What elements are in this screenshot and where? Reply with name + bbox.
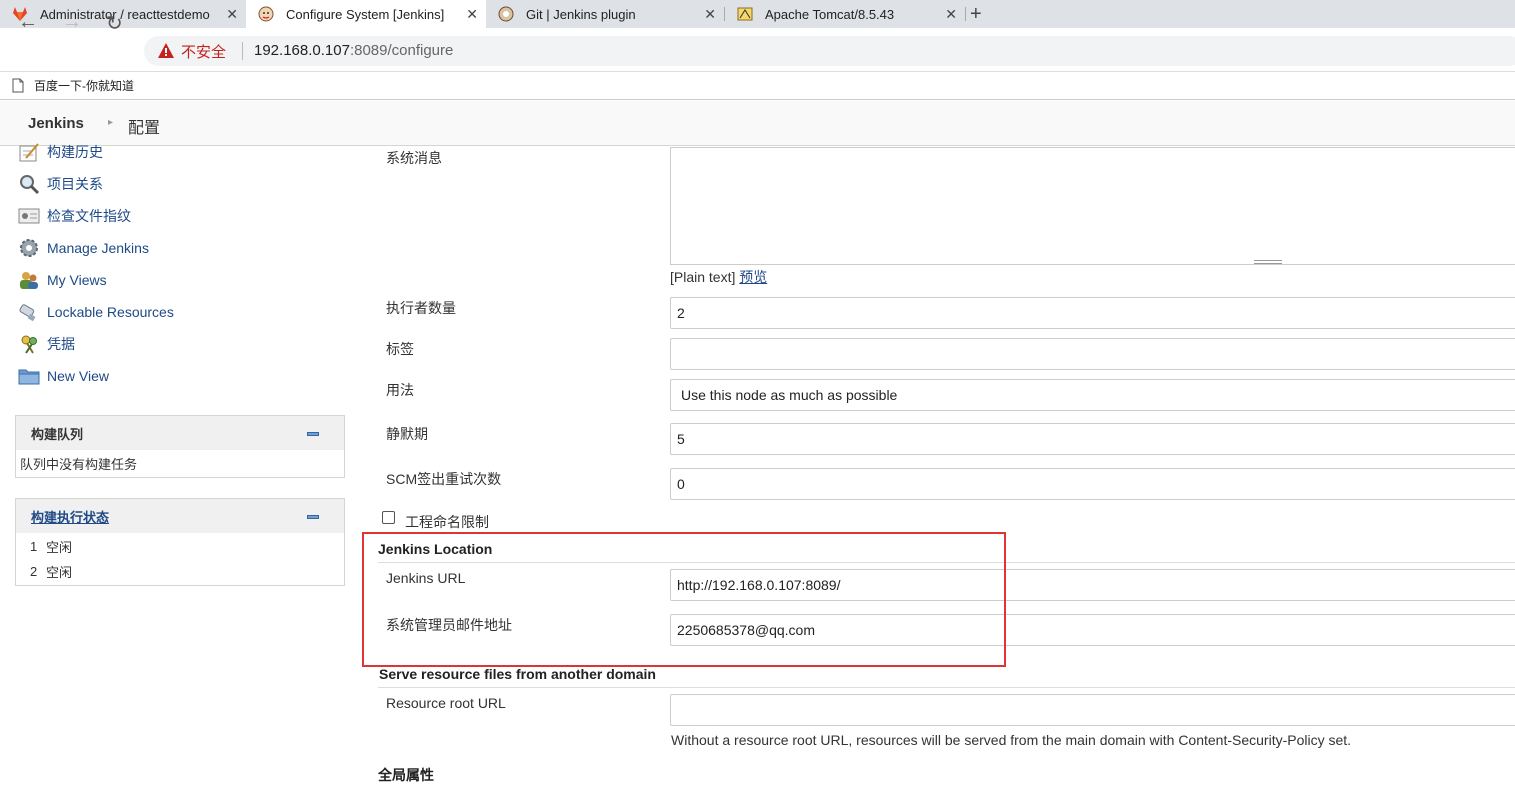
folder-icon — [18, 369, 40, 385]
build-queue-header: 构建队列 — [16, 416, 344, 450]
bookmark-label: 百度一下-你就知道 — [34, 79, 134, 93]
back-button[interactable]: ← — [18, 11, 38, 34]
address-separator — [242, 42, 243, 60]
sidebar-item-project-relationship[interactable]: 项目关系 — [18, 172, 103, 196]
notepad-icon — [19, 143, 39, 162]
plain-text-hint: [Plain text] 预览 — [670, 267, 767, 287]
executor-row: 1 空闲 — [16, 534, 344, 559]
url-path: :8089/configure — [349, 42, 454, 59]
fingerprint-icon — [18, 208, 40, 224]
project-naming-label: 工程命名限制 — [405, 514, 489, 530]
chevron-right-icon: ▸ — [108, 117, 114, 128]
scm-retry-input[interactable]: 0 — [670, 468, 1515, 500]
plain-text-label: [Plain text] — [670, 269, 736, 285]
tab-configure-system[interactable]: Configure System [Jenkins] ✕ — [246, 0, 486, 28]
forward-button[interactable]: → — [62, 11, 82, 34]
sidebar-item-manage-jenkins[interactable]: Manage Jenkins — [18, 236, 149, 260]
page-icon — [12, 78, 24, 93]
scm-retry-label: SCM签出重试次数 — [386, 471, 502, 487]
resource-domain-heading: Serve resource files from another domain — [379, 666, 656, 682]
quiet-period-input[interactable]: 5 — [670, 423, 1515, 455]
sidebar-item-label: Lockable Resources — [47, 304, 174, 320]
breadcrumb: Jenkins ▸ 配置 — [0, 101, 1515, 146]
magnifier-icon — [20, 175, 40, 195]
sidebar-item-label: New View — [47, 368, 109, 384]
highlight-annotation-box — [362, 532, 1006, 667]
executor-status-header: 构建执行状态 — [16, 499, 344, 533]
close-tab-icon[interactable]: ✕ — [945, 6, 957, 23]
collapse-icon[interactable] — [307, 515, 319, 519]
system-message-textarea[interactable] — [670, 147, 1515, 265]
jenkins-plugin-icon — [498, 6, 514, 22]
executors-label: 执行者数量 — [386, 300, 456, 316]
url-host: 192.168.0.107 — [254, 42, 350, 59]
sidebar-item-label: My Views — [47, 272, 107, 288]
sidebar-item-label: 项目关系 — [47, 176, 103, 192]
warning-icon — [158, 43, 174, 58]
executor-status-pane: 构建执行状态 1 空闲 2 空闲 — [15, 498, 345, 586]
tab-tomcat[interactable]: Apache Tomcat/8.5.43 ✕ — [725, 0, 965, 28]
sidebar-item-fingerprint[interactable]: 检查文件指纹 — [18, 204, 131, 228]
tab-title: Configure System [Jenkins] — [286, 6, 445, 22]
tab-title: Git | Jenkins plugin — [526, 6, 636, 22]
usb-icon — [19, 304, 36, 322]
bookmarks-bar: 百度一下-你就知道 — [0, 72, 1515, 100]
system-message-label: 系统消息 — [386, 150, 442, 166]
executor-status: 空闲 — [46, 540, 73, 555]
executor-number: 1 — [30, 539, 38, 554]
users-icon — [20, 272, 38, 289]
tomcat-icon — [737, 7, 753, 21]
global-properties-heading: 全局属性 — [378, 767, 434, 783]
close-tab-icon[interactable]: ✕ — [704, 6, 716, 23]
tab-git-plugin[interactable]: Git | Jenkins plugin ✕ — [486, 0, 724, 28]
url-text[interactable]: 192.168.0.107:8089/configure — [254, 42, 453, 59]
breadcrumb-current-page[interactable]: 配置 — [128, 114, 160, 138]
resource-root-label: Resource root URL — [386, 695, 506, 711]
sidebar-item-credentials[interactable]: 凭据 — [18, 332, 75, 356]
executor-status-link[interactable]: 构建执行状态 — [31, 507, 109, 526]
new-tab-button[interactable]: + — [970, 3, 982, 26]
keys-icon — [21, 335, 37, 354]
sidebar-item-label: 检查文件指纹 — [47, 208, 131, 224]
sidebar-item-label: Manage Jenkins — [47, 240, 149, 256]
section-divider — [378, 687, 1515, 688]
preview-link[interactable]: 预览 — [739, 269, 767, 285]
executor-row: 2 空闲 — [16, 559, 344, 584]
sidebar-item-build-history[interactable]: 构建历史 — [18, 140, 103, 164]
executor-number: 2 — [30, 564, 38, 579]
close-tab-icon[interactable]: ✕ — [466, 6, 478, 23]
tab-title: Apache Tomcat/8.5.43 — [765, 6, 895, 22]
labels-input[interactable] — [670, 338, 1515, 370]
usage-label: 用法 — [386, 382, 414, 398]
project-naming-checkbox[interactable] — [382, 511, 395, 524]
quiet-period-label: 静默期 — [386, 426, 428, 442]
sidebar-item-new-view[interactable]: New View — [18, 364, 109, 388]
build-queue-title: 构建队列 — [31, 426, 84, 442]
browser-tab-strip: Administrator / reacttestdemo · G ✕ Conf… — [0, 0, 1515, 28]
close-tab-icon[interactable]: ✕ — [226, 6, 238, 23]
build-queue-empty: 队列中没有构建任务 — [20, 457, 138, 472]
build-queue-pane: 构建队列 队列中没有构建任务 — [15, 415, 345, 478]
jenkins-icon — [258, 6, 274, 22]
tab-separator — [965, 7, 966, 21]
resource-root-help: Without a resource root URL, resources w… — [671, 732, 1352, 748]
sidebar-item-label: 凭据 — [47, 336, 75, 352]
sidebar-item-lockable-resources[interactable]: Lockable Resources — [18, 300, 174, 324]
sidebar-item-label: 构建历史 — [47, 144, 103, 160]
reload-button[interactable]: ↻ — [106, 11, 123, 36]
gear-icon — [20, 239, 38, 257]
not-secure-label[interactable]: 不安全 — [181, 41, 226, 62]
bookmark-baidu[interactable]: 百度一下-你就知道 — [12, 77, 134, 94]
breadcrumb-jenkins[interactable]: Jenkins — [28, 115, 84, 132]
resize-handle[interactable] — [1254, 260, 1282, 264]
collapse-icon[interactable] — [307, 432, 319, 436]
resource-root-input[interactable] — [670, 694, 1515, 726]
sidebar-item-my-views[interactable]: My Views — [18, 268, 107, 292]
usage-select[interactable]: Use this node as much as possible — [670, 379, 1515, 411]
executors-input[interactable]: 2 — [670, 297, 1515, 329]
labels-label: 标签 — [386, 341, 414, 357]
executor-status: 空闲 — [46, 565, 73, 580]
